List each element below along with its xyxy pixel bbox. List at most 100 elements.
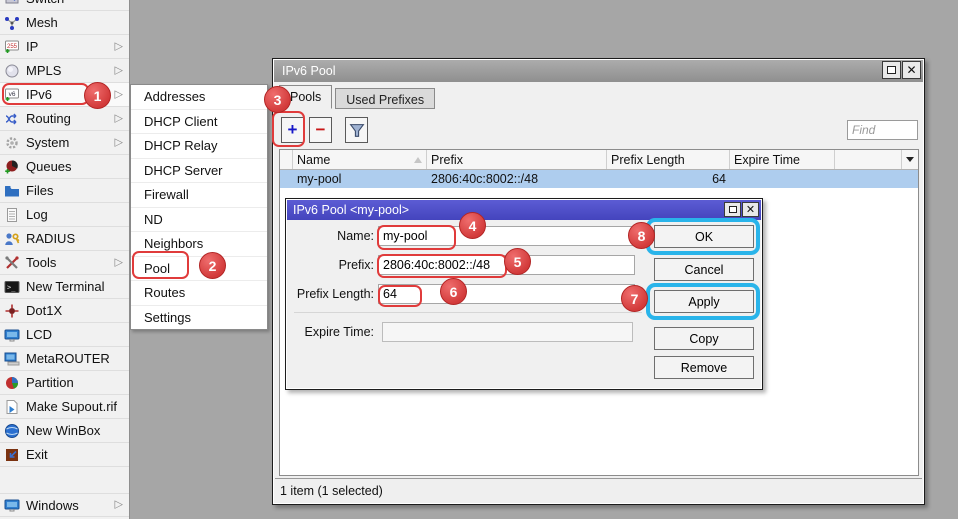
tab-bar: Pools Used Prefixes — [279, 85, 435, 109]
maximize-button[interactable] — [882, 61, 901, 79]
sidebar-item-tools[interactable]: Tools ▷ — [0, 251, 129, 275]
maximize-button[interactable] — [724, 202, 741, 217]
prefix-length-field[interactable] — [378, 284, 635, 304]
sidebar-item-label: Routing — [26, 111, 71, 126]
sidebar-item-exit[interactable]: Exit — [0, 443, 129, 467]
field-divider — [294, 312, 642, 313]
queues-icon — [4, 159, 20, 175]
ok-button[interactable]: OK — [654, 225, 754, 248]
close-button[interactable]: ✕ — [742, 202, 759, 217]
find-input[interactable] — [847, 120, 918, 140]
sidebar-item-radius[interactable]: RADIUS — [0, 227, 129, 251]
dialog-titlebar[interactable]: IPv6 Pool <my-pool> — [287, 200, 761, 220]
filter-button[interactable] — [345, 117, 368, 143]
windows-icon — [4, 497, 20, 513]
submenu-item-dhcp-client[interactable]: DHCP Client — [131, 110, 267, 135]
sidebar-item-log[interactable]: Log — [0, 203, 129, 227]
submenu-item-firewall[interactable]: Firewall — [131, 183, 267, 208]
submenu-item-addresses[interactable]: Addresses — [131, 85, 267, 110]
remove-button[interactable]: Remove — [654, 356, 754, 379]
column-header-prefix[interactable]: Prefix — [427, 150, 607, 169]
column-header-name[interactable]: Name — [293, 150, 427, 169]
sidebar-item-lcd[interactable]: LCD — [0, 323, 129, 347]
sidebar-item-files[interactable]: Files — [0, 179, 129, 203]
column-label: Name — [297, 153, 330, 167]
submenu-item-routes[interactable]: Routes — [131, 281, 267, 306]
status-bar: 1 item (1 selected) — [275, 478, 922, 503]
sort-ascending-icon — [414, 157, 422, 163]
dot1x-icon — [4, 303, 20, 319]
sidebar-item-ipv6[interactable]: v6 IPv6 ▷ — [0, 83, 129, 107]
column-select-button[interactable] — [902, 150, 918, 169]
sidebar-item-label: Queues — [26, 159, 72, 174]
funnel-icon — [349, 123, 365, 138]
sidebar-item-mpls[interactable]: MPLS ▷ — [0, 59, 129, 83]
remove-button[interactable]: − — [309, 117, 332, 143]
ipv6-icon: v6 — [4, 87, 20, 103]
sidebar-item-windows[interactable]: Windows ▷ — [0, 493, 129, 517]
name-field[interactable] — [378, 226, 635, 246]
submenu-item-label: Firewall — [144, 187, 189, 202]
sidebar-item-metarouter[interactable]: MetaROUTER — [0, 347, 129, 371]
sidebar-item-system[interactable]: System ▷ — [0, 131, 129, 155]
window-titlebar[interactable]: IPv6 Pool — [274, 60, 923, 82]
sidebar-item-label: New WinBox — [26, 423, 100, 438]
sidebar-item-new-winbox[interactable]: New WinBox — [0, 419, 129, 443]
column-header-expire-time[interactable]: Expire Time — [730, 150, 835, 169]
exit-icon — [4, 447, 20, 463]
cancel-button[interactable]: Cancel — [654, 258, 754, 281]
prefix-field-label: Prefix: — [286, 258, 378, 272]
sidebar-item-queues[interactable]: Queues — [0, 155, 129, 179]
submenu-item-dhcp-server[interactable]: DHCP Server — [131, 159, 267, 184]
apply-button[interactable]: Apply — [654, 290, 754, 313]
mpls-icon — [4, 63, 20, 79]
sidebar-item-switch[interactable]: Switch — [0, 0, 129, 11]
lcd-icon — [4, 327, 20, 343]
submenu-item-nd[interactable]: ND — [131, 208, 267, 233]
sidebar-item-label: LCD — [26, 327, 52, 342]
svg-text:255: 255 — [7, 44, 18, 50]
submenu-item-settings[interactable]: Settings — [131, 306, 267, 330]
table-row[interactable]: my-pool 2806:40c:8002::/48 64 — [280, 170, 918, 188]
maximize-icon — [729, 206, 737, 213]
terminal-icon: >_ — [4, 279, 20, 295]
submenu-item-dhcp-relay[interactable]: DHCP Relay — [131, 134, 267, 159]
add-button[interactable]: + — [281, 117, 304, 143]
copy-button[interactable]: Copy — [654, 327, 754, 350]
mesh-icon — [4, 15, 20, 31]
supout-file-icon — [4, 399, 20, 415]
tab-used-prefixes[interactable]: Used Prefixes — [335, 88, 435, 109]
sidebar-item-dot1x[interactable]: Dot1X — [0, 299, 129, 323]
sidebar-item-label: New Terminal — [26, 279, 105, 294]
submenu-arrow-icon: ▷ — [115, 89, 123, 100]
sidebar-item-ip[interactable]: 255 IP ▷ — [0, 35, 129, 59]
ip-icon: 255 — [4, 39, 20, 55]
sidebar: Switch Mesh 255 IP ▷ MPLS ▷ v6 — [0, 0, 130, 519]
sidebar-item-new-terminal[interactable]: >_ New Terminal — [0, 275, 129, 299]
sidebar-item-label: Switch — [26, 0, 64, 6]
close-button[interactable]: ✕ — [902, 61, 921, 79]
tab-pools[interactable]: Pools — [279, 85, 332, 109]
submenu-item-pool[interactable]: Pool — [131, 257, 267, 282]
window-controls: ✕ — [882, 61, 921, 79]
sidebar-item-mesh[interactable]: Mesh — [0, 11, 129, 35]
sidebar-item-partition[interactable]: Partition — [0, 371, 129, 395]
prefix-field[interactable] — [378, 255, 635, 275]
expire-time-field-label: Expire Time: — [286, 325, 378, 339]
sidebar-item-label: IP — [26, 39, 38, 54]
winbox-globe-icon — [4, 423, 20, 439]
status-column-header[interactable] — [280, 150, 293, 169]
radius-icon — [4, 231, 20, 247]
submenu-item-neighbors[interactable]: Neighbors — [131, 232, 267, 257]
sidebar-item-routing[interactable]: Routing ▷ — [0, 107, 129, 131]
submenu-item-label: DHCP Server — [144, 163, 223, 178]
submenu-arrow-icon: ▷ — [115, 41, 123, 52]
row-name-cell: my-pool — [293, 172, 427, 186]
column-header-prefix-length[interactable]: Prefix Length — [607, 150, 730, 169]
minus-icon: − — [316, 120, 326, 140]
submenu-item-label: DHCP Relay — [144, 138, 217, 153]
sidebar-item-make-supout[interactable]: Make Supout.rif — [0, 395, 129, 419]
table-header: Name Prefix Prefix Length Expire Time — [280, 150, 918, 170]
expire-time-field[interactable] — [382, 322, 633, 342]
sidebar-item-label: RADIUS — [26, 231, 75, 246]
